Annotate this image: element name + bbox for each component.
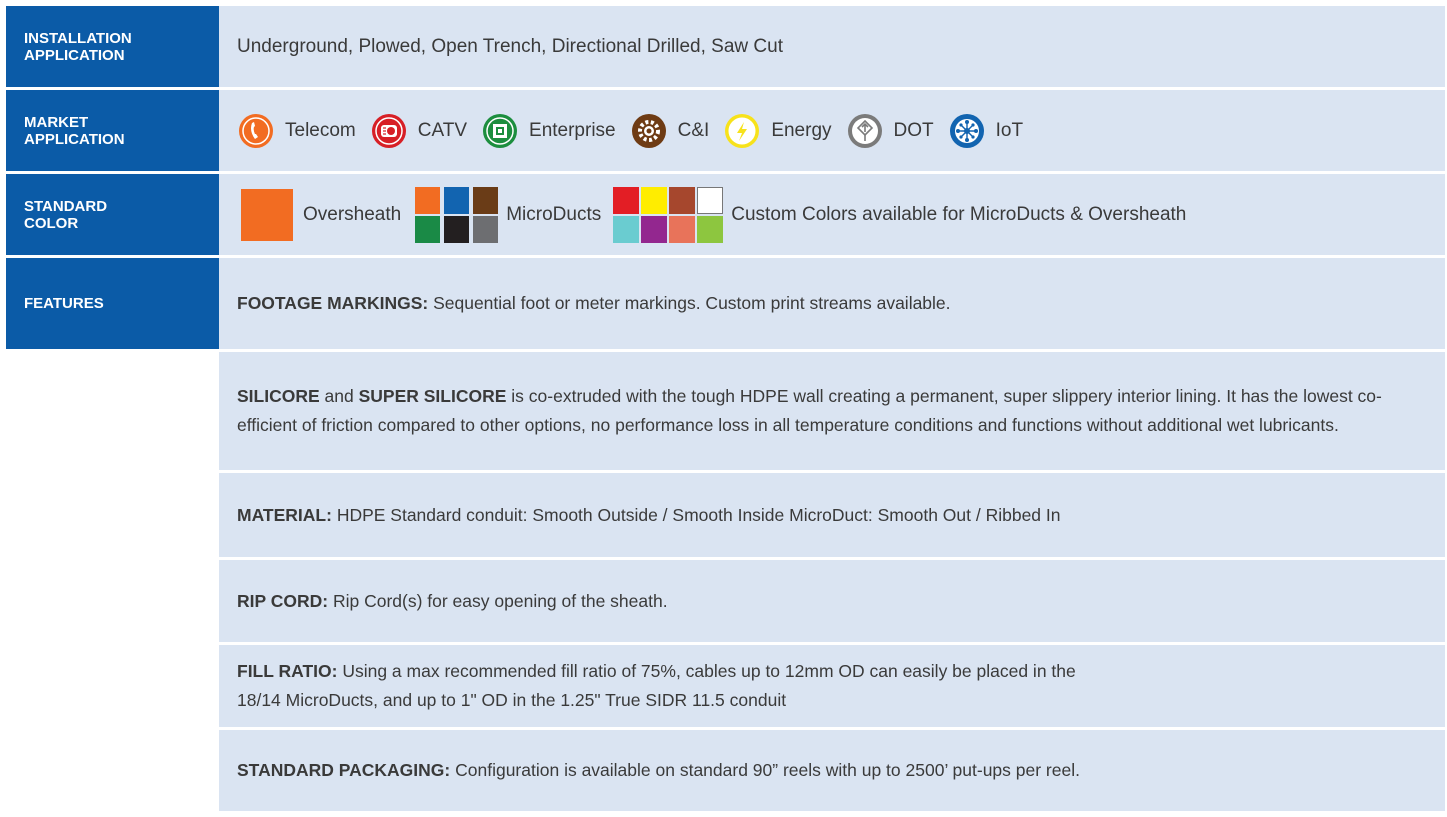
fill-text-line1: Using a max recommended fill ratio of 75…	[342, 661, 1076, 681]
market-item-dot: DOT	[846, 112, 934, 150]
features-label: FEATURES	[6, 258, 219, 349]
packaging-title: STANDARD PACKAGING:	[237, 760, 451, 780]
feature-material: MATERIAL: HDPE Standard conduit: Smooth …	[219, 473, 1445, 557]
color-label: STANDARD COLOR	[6, 174, 219, 255]
features-label-text: FEATURES	[24, 295, 104, 312]
market-item-energy: Energy	[723, 112, 832, 150]
market-label-line2: APPLICATION	[24, 130, 125, 148]
super-silicore-title: SUPER SILICORE	[358, 386, 507, 406]
ripcord-text: Rip Cord(s) for easy opening of the shea…	[332, 590, 668, 611]
market-ci-label: C&I	[677, 119, 710, 141]
footage-title: FOOTAGE MARKINGS:	[237, 293, 429, 313]
silicore-and: and	[324, 386, 354, 406]
custom-color-swatches	[613, 186, 724, 243]
microducts-label: MicroDucts	[506, 203, 602, 225]
market-enterprise-label: Enterprise	[529, 119, 616, 141]
material-text: HDPE Standard conduit: Smooth Outside / …	[336, 504, 1061, 525]
building-icon	[481, 112, 519, 150]
cable-reel-icon	[370, 112, 408, 150]
footage-text: Sequential foot or meter markings. Custo…	[433, 293, 951, 313]
road-sign-icon	[846, 112, 884, 150]
custom-colors-label: Custom Colors available for MicroDucts &…	[731, 203, 1187, 225]
market-label-line1: MARKET	[24, 113, 89, 131]
color-label-line1: STANDARD	[24, 197, 108, 215]
custom-colors-item: Custom Colors available for MicroDucts &…	[613, 186, 1187, 243]
market-value: Telecom CATV Enterprise C&I Energy DOT I…	[219, 90, 1445, 171]
microducts-item: MicroDucts	[415, 186, 613, 243]
silicore-title: SILICORE	[237, 386, 320, 406]
microducts-swatches	[415, 186, 499, 243]
phone-icon	[237, 112, 275, 150]
market-catv-label: CATV	[417, 119, 468, 141]
feature-fill-ratio: FILL RATIO: Using a max recommended fill…	[219, 645, 1445, 727]
market-label: MARKET APPLICATION	[6, 90, 219, 171]
installation-text: Underground, Plowed, Open Trench, Direct…	[237, 35, 783, 57]
feature-packaging: STANDARD PACKAGING: Configuration is ava…	[219, 730, 1445, 811]
market-telecom-label: Telecom	[285, 119, 356, 141]
market-item-telecom: Telecom	[237, 112, 356, 150]
color-value: Oversheath MicroDucts Custom Colors avai…	[219, 174, 1445, 255]
market-dot-label: DOT	[893, 119, 934, 141]
feature-ripcord: RIP CORD: Rip Cord(s) for easy opening o…	[219, 560, 1445, 642]
material-title: MATERIAL:	[237, 504, 332, 525]
ripcord-title: RIP CORD:	[237, 590, 329, 611]
oversheath-swatch	[241, 188, 293, 241]
spec-table: INSTALLATION APPLICATION Underground, Pl…	[0, 0, 1447, 817]
fill-text-line2: 18/14 MicroDucts, and up to 1" OD in the…	[237, 690, 787, 710]
installation-label-line1: INSTALLATION	[24, 29, 132, 47]
gear-icon	[630, 112, 668, 150]
market-iot-label: IoT	[995, 119, 1024, 141]
network-icon	[948, 112, 986, 150]
color-label-line2: COLOR	[24, 214, 79, 232]
feature-footage: FOOTAGE MARKINGS: Sequential foot or met…	[219, 258, 1445, 349]
lightning-icon	[723, 112, 761, 150]
installation-label-line2: APPLICATION	[24, 46, 125, 64]
oversheath-item: Oversheath	[241, 188, 415, 241]
feature-silicore: SILICORE and SUPER SILICORE is co-extrud…	[219, 352, 1445, 470]
market-item-catv: CATV	[370, 112, 467, 150]
market-energy-label: Energy	[771, 119, 832, 141]
fill-title: FILL RATIO:	[237, 661, 338, 681]
market-item-enterprise: Enterprise	[481, 112, 616, 150]
packaging-text: Configuration is available on standard 9…	[455, 760, 1080, 780]
installation-value: Underground, Plowed, Open Trench, Direct…	[219, 6, 1445, 87]
oversheath-label: Oversheath	[303, 203, 402, 225]
market-item-ci: C&I	[630, 112, 710, 150]
market-item-iot: IoT	[948, 112, 1023, 150]
installation-label: INSTALLATION APPLICATION	[6, 6, 219, 87]
